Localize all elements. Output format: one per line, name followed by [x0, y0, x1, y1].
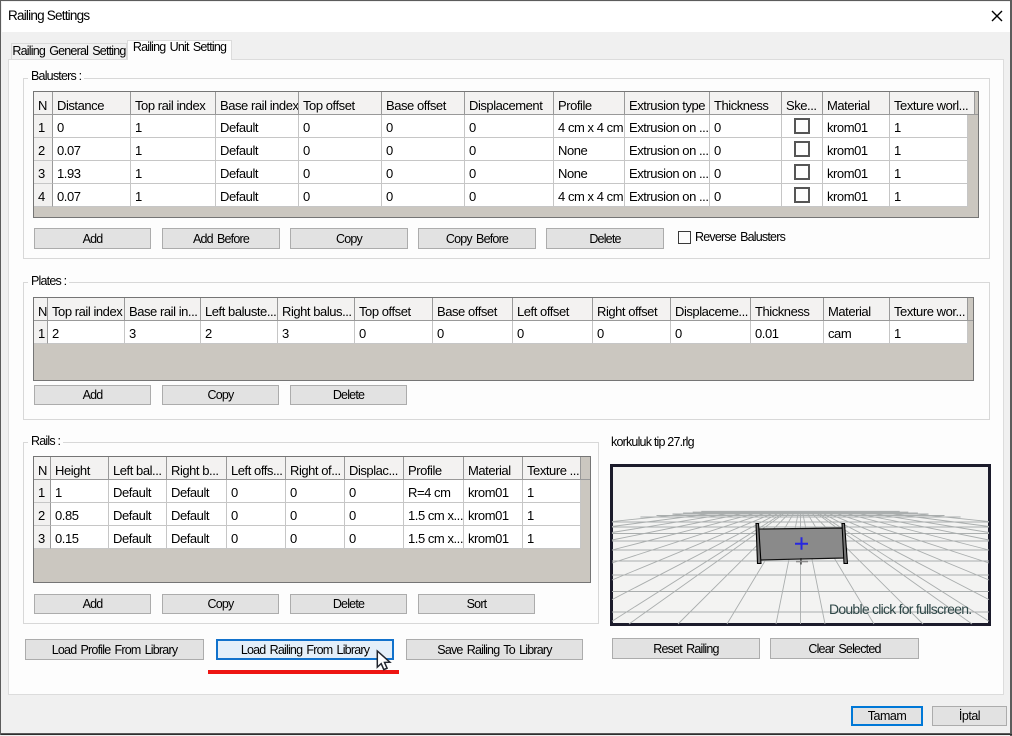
- svg-text:Double click for fullscreen.: Double click for fullscreen.: [829, 601, 971, 617]
